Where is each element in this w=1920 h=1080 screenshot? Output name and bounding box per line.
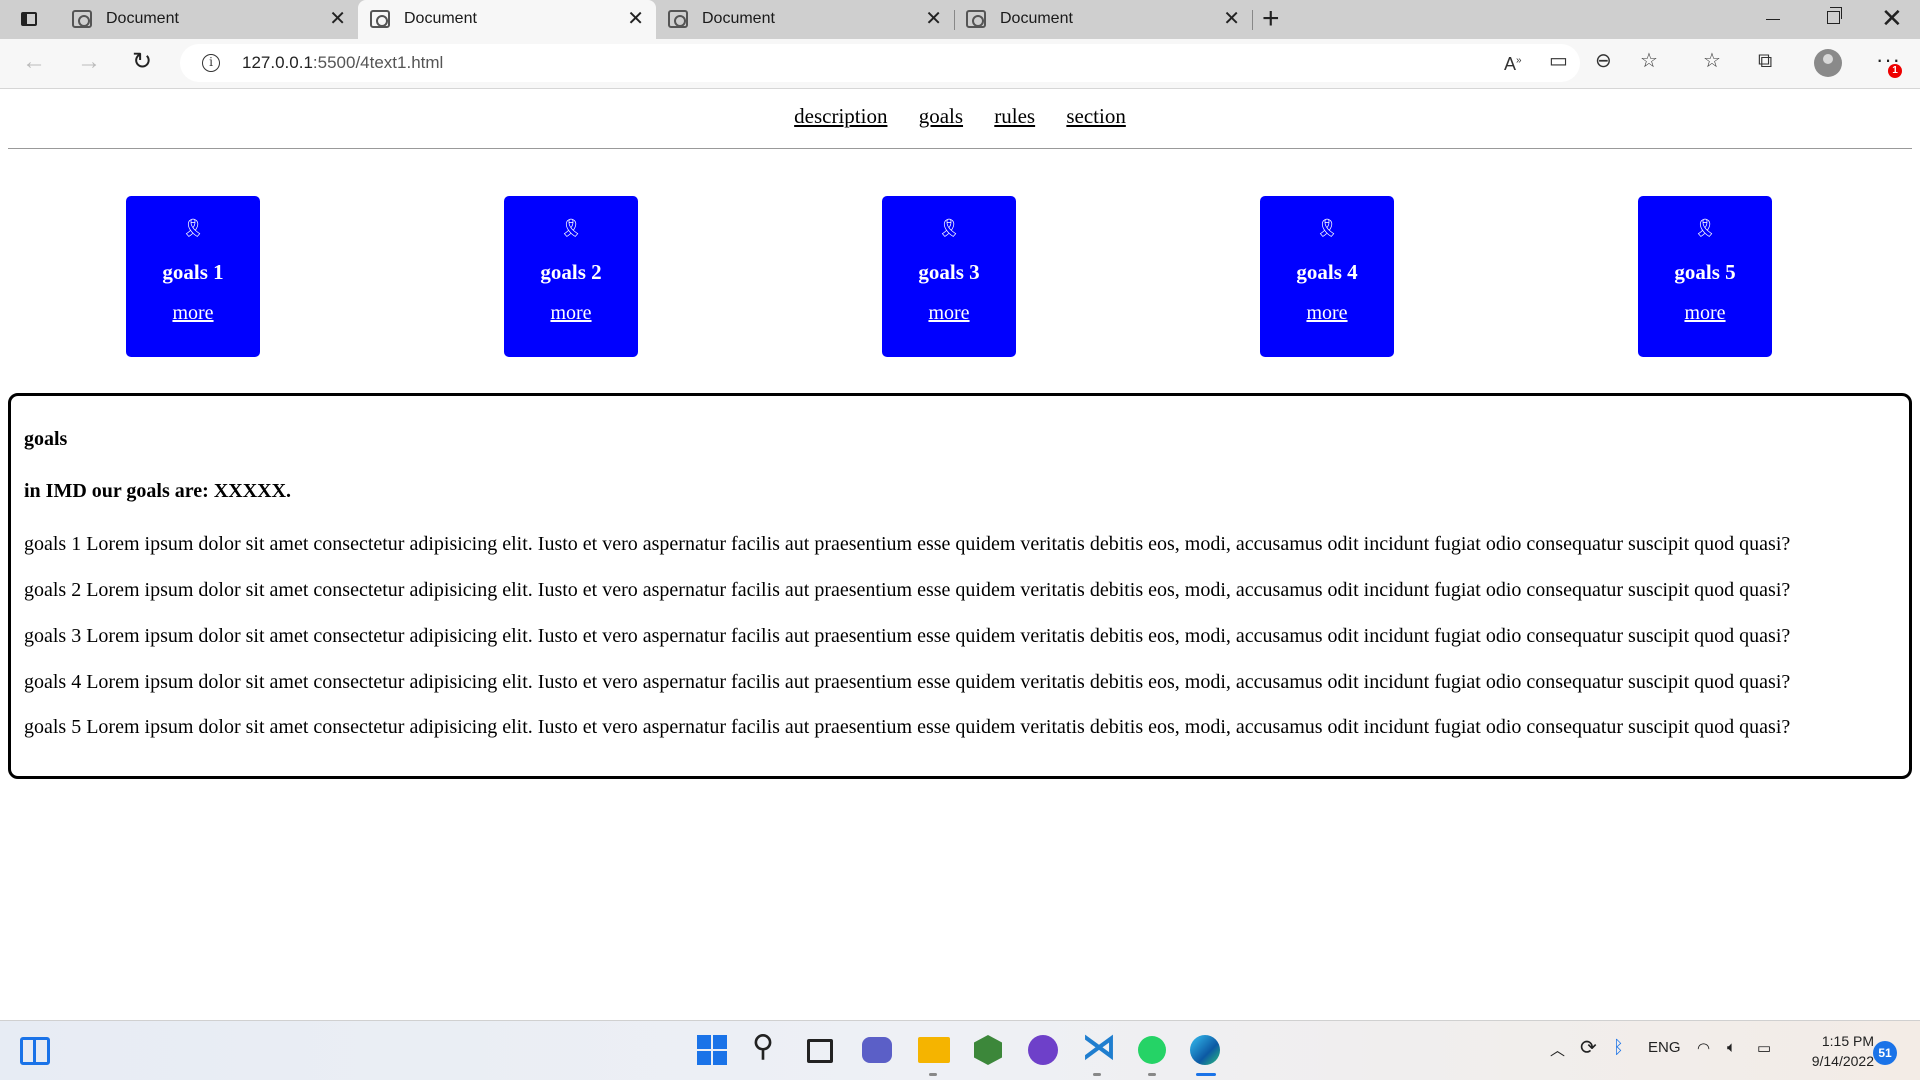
nav-link-section[interactable]: section <box>1066 104 1125 128</box>
language-indicator[interactable]: ENG <box>1648 1039 1681 1056</box>
new-tab-button[interactable]: + <box>1262 4 1280 34</box>
nav-link-description[interactable]: description <box>794 104 887 128</box>
chat-icon[interactable] <box>862 1037 892 1063</box>
github-desktop-icon[interactable] <box>1028 1035 1058 1065</box>
goal-card-5: 🎗 goals 5 more <box>1638 196 1772 357</box>
goal-card-title: goals 1 <box>162 260 224 284</box>
back-button[interactable]: ← <box>22 47 46 77</box>
edge-icon[interactable] <box>1190 1035 1220 1065</box>
goal-card-more-link[interactable]: more <box>882 302 1016 325</box>
tab-actions-icon[interactable] <box>18 9 40 31</box>
site-info-icon[interactable]: i <box>202 54 220 72</box>
address-bar[interactable]: i 127.0.0.1:5500/4text1.html <box>180 44 1580 82</box>
window-close-button[interactable]: ✕ <box>1881 3 1903 33</box>
nodejs-icon[interactable] <box>974 1035 1002 1065</box>
browser-tab-1[interactable]: Document ✕ <box>60 0 359 39</box>
tab-close-icon[interactable]: ✕ <box>1223 7 1240 31</box>
tab-title: Document <box>404 10 477 27</box>
tab-title: Document <box>702 10 775 27</box>
browser-toolbar: ← → ↻ i 127.0.0.1:5500/4text1.html A» ▭ … <box>0 39 1920 89</box>
refresh-button[interactable]: ↻ <box>132 47 152 77</box>
search-icon[interactable]: ⚲ <box>752 1029 774 1064</box>
system-clock[interactable]: 1:15 PM 9/14/2022 <box>1784 1031 1874 1071</box>
goal-card-3: 🎗 goals 3 more <box>882 196 1016 357</box>
goal-card-title: goals 5 <box>1674 260 1736 284</box>
whatsapp-icon[interactable] <box>1138 1036 1166 1064</box>
goal-card-more-link[interactable]: more <box>126 302 260 325</box>
tab-favicon-icon <box>72 10 92 28</box>
volume-icon[interactable]: 🔈︎ <box>1727 1039 1736 1056</box>
divider <box>8 148 1912 149</box>
goal-card-more-link[interactable]: more <box>1260 302 1394 325</box>
section-subheading: in IMD our goals are: XXXXX. <box>24 480 292 502</box>
battery-icon[interactable]: ▭ <box>1757 1039 1771 1057</box>
tab-title: Document <box>106 10 179 27</box>
goal-paragraph: goals 3 Lorem ipsum dolor sit amet conse… <box>24 625 1791 647</box>
browser-tab-4[interactable]: Document ✕ <box>954 0 1253 39</box>
top-nav: description goals rules section <box>0 104 1920 129</box>
wifi-icon[interactable]: ◠ <box>1697 1039 1710 1057</box>
ribbon-icon: 🎗 <box>181 218 205 238</box>
sync-icon[interactable]: ⟳ <box>1580 1035 1597 1060</box>
goal-card-title: goals 3 <box>918 260 980 284</box>
notification-badge[interactable]: 51 <box>1873 1041 1897 1065</box>
goal-card-more-link[interactable]: more <box>1638 302 1772 325</box>
restore-button[interactable] <box>1827 7 1842 24</box>
browser-tab-3[interactable]: Document ✕ <box>656 0 955 39</box>
goal-paragraph: goals 2 Lorem ipsum dolor sit amet conse… <box>24 579 1791 601</box>
file-explorer-icon[interactable] <box>918 1037 950 1063</box>
goals-section: goals in IMD our goals are: XXXXX. goals… <box>8 393 1912 779</box>
widgets-icon[interactable] <box>20 1037 50 1065</box>
read-aloud-icon[interactable]: A» <box>1504 48 1522 77</box>
tab-favicon-icon <box>966 10 986 28</box>
goal-paragraph: goals 1 Lorem ipsum dolor sit amet conse… <box>24 533 1791 555</box>
collections-icon[interactable]: ⧉ <box>1758 48 1772 74</box>
bluetooth-icon[interactable]: ᛒ <box>1613 1037 1624 1058</box>
ribbon-icon: 🎗 <box>1693 218 1717 238</box>
ribbon-icon: 🎗 <box>559 218 583 238</box>
goal-card-1: 🎗 goals 1 more <box>126 196 260 357</box>
ribbon-icon: 🎗 <box>1315 218 1339 238</box>
tab-strip: Document ✕ Document ✕ Document ✕ Documen… <box>0 0 1920 39</box>
goal-card-more-link[interactable]: more <box>504 302 638 325</box>
address-url[interactable]: 127.0.0.1:5500/4text1.html <box>242 53 443 73</box>
task-view-icon[interactable] <box>807 1039 833 1063</box>
tab-close-icon[interactable]: ✕ <box>627 7 644 31</box>
zoom-out-icon[interactable]: ⊖ <box>1595 48 1612 74</box>
show-hidden-icons-chevron-icon[interactable]: ︿ <box>1550 1039 1565 1060</box>
goal-paragraph: goals 4 Lorem ipsum dolor sit amet conse… <box>24 671 1791 693</box>
goal-card-title: goals 2 <box>540 260 602 284</box>
start-button[interactable] <box>697 1035 729 1067</box>
taskbar: ⚲ ⋊ ︿ ⟳ ᛒ ENG ◠ 🔈︎ ▭ 1:15 PM 9/14/2022 5… <box>0 1020 1920 1080</box>
favorites-icon[interactable]: ☆ <box>1703 48 1721 74</box>
goal-card-4: 🎗 goals 4 more <box>1260 196 1394 357</box>
profile-avatar[interactable] <box>1814 49 1842 77</box>
clock-time: 1:15 PM <box>1821 1033 1874 1049</box>
nav-link-goals[interactable]: goals <box>919 104 963 128</box>
add-favorite-icon[interactable]: ☆ <box>1640 48 1658 74</box>
browser-tab-2[interactable]: Document ✕ <box>358 0 656 39</box>
forward-button[interactable]: → <box>77 47 101 77</box>
vscode-icon[interactable]: ⋊ <box>1082 1027 1116 1067</box>
tab-favicon-icon <box>370 10 390 28</box>
tab-title: Document <box>1000 10 1073 27</box>
section-heading: goals <box>24 428 68 450</box>
tab-close-icon[interactable]: ✕ <box>329 7 346 31</box>
clock-date: 9/14/2022 <box>1811 1053 1874 1069</box>
goal-card-title: goals 4 <box>1296 260 1358 284</box>
menu-badge: 1 <box>1888 64 1902 78</box>
goal-card-2: 🎗 goals 2 more <box>504 196 638 357</box>
minimize-button[interactable] <box>1766 19 1780 20</box>
nav-link-rules[interactable]: rules <box>994 104 1035 128</box>
tab-favicon-icon <box>668 10 688 28</box>
ribbon-icon: 🎗 <box>937 218 961 238</box>
tab-close-icon[interactable]: ✕ <box>925 7 942 31</box>
web-page: description goals rules section 🎗 goals … <box>0 90 1920 1020</box>
goal-paragraph: goals 5 Lorem ipsum dolor sit amet conse… <box>24 716 1791 738</box>
immersive-reader-icon[interactable]: ▭ <box>1549 48 1568 74</box>
